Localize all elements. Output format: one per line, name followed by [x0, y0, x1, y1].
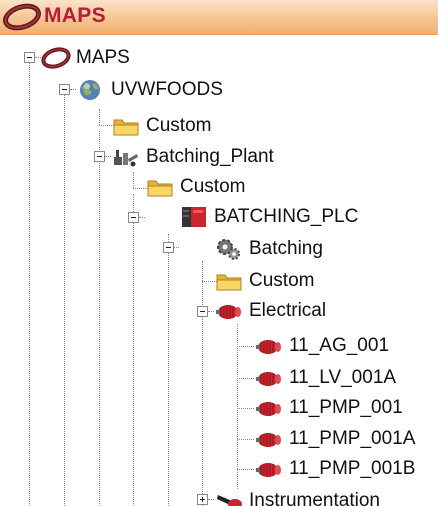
tree-node-batching[interactable]: Batching [214, 234, 323, 264]
tree-connector [237, 469, 254, 470]
tree-node-label: UVWFOODS [111, 79, 223, 100]
plc-icon [179, 205, 209, 229]
tree-node-device[interactable]: 11_PMP_001B [254, 454, 415, 484]
tree-node-device[interactable]: 11_PMP_001A [254, 424, 415, 454]
tree-node-electrical[interactable]: Electrical [214, 296, 326, 326]
tree-node-label: 11_PMP_001 [289, 397, 403, 418]
tree-node-label: Custom [146, 115, 212, 136]
collapse-toggle[interactable] [59, 84, 70, 95]
motor-icon [254, 396, 284, 420]
tree-connector [99, 131, 100, 506]
tree-connector [64, 94, 65, 506]
tree-node-custom[interactable]: Custom [214, 266, 314, 296]
collapse-toggle[interactable] [163, 242, 174, 253]
tree-connector [99, 109, 100, 125]
tree-node-batching-plant[interactable]: Batching_Plant [111, 142, 274, 172]
motor-icon [254, 427, 284, 451]
collapse-toggle[interactable] [128, 212, 139, 223]
tree-node-label: 11_PMP_001A [289, 428, 416, 449]
plant-icon [111, 145, 141, 169]
motor-icon [254, 457, 284, 481]
tree-node-label: Batching_Plant [146, 146, 274, 167]
collapse-toggle[interactable] [197, 306, 208, 317]
expand-toggle[interactable] [197, 494, 208, 505]
tree-connector [133, 194, 134, 506]
collapse-toggle[interactable] [24, 52, 35, 63]
panel-title: MAPS [44, 4, 106, 27]
tree-node-device[interactable]: 11_AG_001 [254, 331, 389, 361]
title-bar: MAPS [0, 0, 438, 35]
folder-icon [145, 175, 175, 199]
folder-icon [111, 114, 141, 138]
tree-node-batching-plc[interactable]: BATCHING_PLC [179, 202, 358, 232]
gears-icon [214, 237, 244, 261]
tree-connector [168, 234, 169, 506]
tree-node-label: 11_AG_001 [289, 335, 390, 356]
globe-icon [76, 78, 106, 102]
tree-node-label: Custom [249, 270, 315, 291]
tree-node-custom[interactable]: Custom [145, 172, 245, 202]
tree-node-label: 11_LV_001A [289, 367, 397, 388]
folder-icon [214, 269, 244, 293]
maps-logo-icon [2, 3, 42, 31]
tree-node-device[interactable]: 11_LV_001A [254, 363, 396, 393]
tree-node-label: 11_PMP_001B [289, 458, 416, 479]
tree-connector [237, 378, 254, 379]
tree-node-instrumentation[interactable]: Instrumentation [214, 486, 380, 506]
motor-icon [214, 299, 244, 323]
tree-connector [237, 324, 238, 489]
tree-node-label: Custom [180, 176, 246, 197]
tree-node-label: MAPS [76, 47, 130, 68]
motor-icon [254, 366, 284, 390]
tree-connector [237, 346, 254, 347]
tree-node-uvwfoods[interactable]: UVWFOODS [76, 75, 223, 105]
tree-connector [237, 439, 254, 440]
tree-node-maps[interactable]: MAPS [41, 43, 130, 73]
tree-connector [133, 172, 134, 188]
tree-connector [202, 313, 203, 506]
maps-logo-icon [41, 46, 71, 70]
tree-connector [139, 217, 145, 218]
tree-node-custom[interactable]: Custom [111, 111, 211, 141]
tree-connector [29, 58, 30, 506]
tree-connector [202, 261, 203, 307]
tree-node-label: BATCHING_PLC [214, 206, 359, 227]
tree-node-label: Instrumentation [249, 490, 380, 506]
instrument-icon [214, 489, 244, 506]
tree-node-label: Electrical [249, 300, 327, 321]
motor-icon [254, 334, 284, 358]
project-tree: MAPS UVWFOODS Custom Batching_Plant Cust… [0, 34, 438, 506]
tree-connector [237, 408, 254, 409]
tree-node-label: Batching [249, 238, 323, 259]
tree-node-device[interactable]: 11_PMP_001 [254, 393, 403, 423]
collapse-toggle[interactable] [94, 151, 105, 162]
